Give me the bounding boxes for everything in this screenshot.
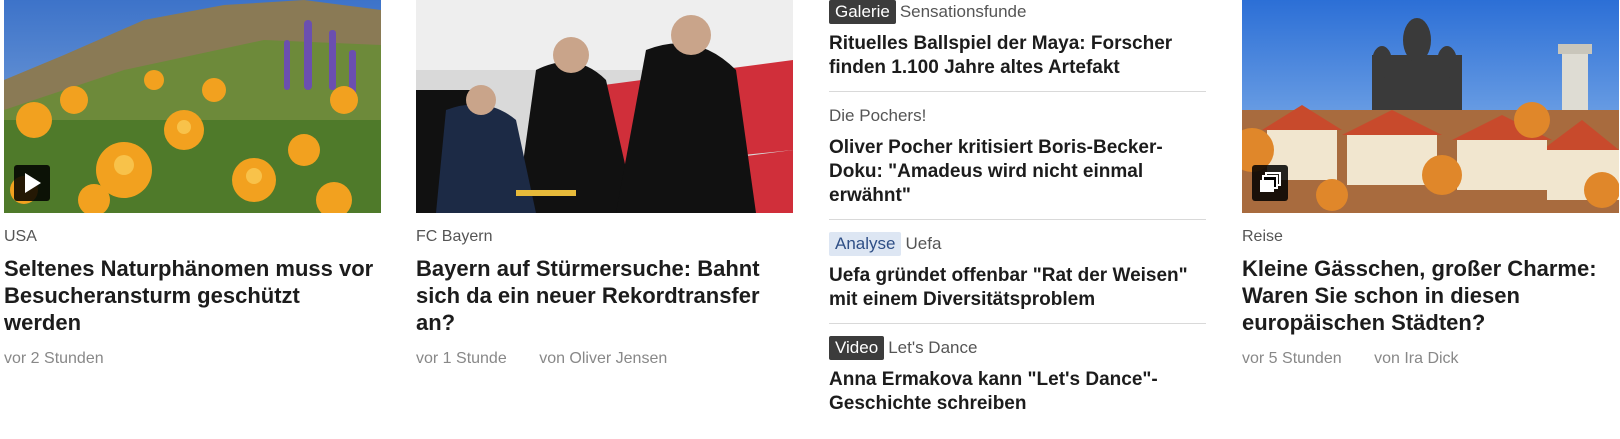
article-meta: vor 1 Stunde von Oliver Jensen (416, 350, 793, 368)
list-title[interactable]: Anna Ermakova kann "Let's Dance"-Geschic… (829, 368, 1206, 416)
article-author[interactable]: von Oliver Jensen (539, 350, 667, 367)
list-title[interactable]: Oliver Pocher kritisiert Boris-Becker-Do… (829, 136, 1206, 208)
list-item[interactable]: Analyse Uefa Uefa gründet offenbar "Rat d… (829, 232, 1206, 324)
article-time: vor 5 Stunden (1242, 350, 1342, 367)
article-card-fc-bayern[interactable]: FC Bayern Bayern auf Stürmersuche: Bahnt… (416, 0, 793, 368)
article-headline[interactable]: Bayern auf Stürmersuche: Bahnt sich da e… (416, 255, 793, 336)
article-image-flowers[interactable] (4, 0, 381, 213)
tag-badge: Galerie (829, 0, 896, 24)
article-meta: vor 5 Stunden von Ira Dick (1242, 350, 1619, 368)
article-image-stadium[interactable] (416, 0, 793, 213)
headline-list: Galerie Sensationsfunde Rituelles Ballspi… (829, 0, 1206, 439)
gallery-icon (1252, 165, 1288, 201)
list-kicker: Let's Dance (888, 338, 978, 357)
list-item[interactable]: Video Let's Dance Anna Ermakova kann "Let… (829, 336, 1206, 427)
tag-badge: Video (829, 336, 885, 360)
article-kicker: USA (4, 228, 37, 245)
list-item[interactable]: Galerie Sensationsfunde Rituelles Ballspi… (829, 0, 1206, 92)
list-title[interactable]: Rituelles Ballspiel der Maya: Forscher f… (829, 32, 1206, 80)
article-time: vor 1 Stunde (416, 350, 507, 367)
tag-badge: Analyse (829, 232, 902, 256)
article-time: vor 2 Stunden (4, 350, 104, 367)
list-item[interactable]: Die Pochers! Oliver Pocher kritisiert Bo… (829, 104, 1206, 220)
article-headline[interactable]: Seltenes Naturphänomen muss vor Besucher… (4, 255, 381, 336)
article-card-reise[interactable]: Reise Kleine Gässchen, großer Charme: Wa… (1242, 0, 1619, 368)
list-title[interactable]: Uefa gründet offenbar "Rat der Weisen" m… (829, 264, 1206, 312)
article-author[interactable]: von Ira Dick (1374, 350, 1458, 367)
article-kicker: FC Bayern (416, 228, 493, 245)
article-card-usa[interactable]: USA Seltenes Naturphänomen muss vor Besu… (4, 0, 381, 368)
list-kicker: Die Pochers! (829, 106, 927, 125)
article-meta: vor 2 Stunden (4, 350, 381, 368)
article-image-city[interactable] (1242, 0, 1619, 213)
article-kicker: Reise (1242, 228, 1283, 245)
article-headline[interactable]: Kleine Gässchen, großer Charme: Waren Si… (1242, 255, 1619, 336)
play-icon (14, 165, 50, 201)
list-kicker: Sensationsfunde (899, 2, 1027, 21)
list-kicker: Uefa (905, 234, 942, 253)
